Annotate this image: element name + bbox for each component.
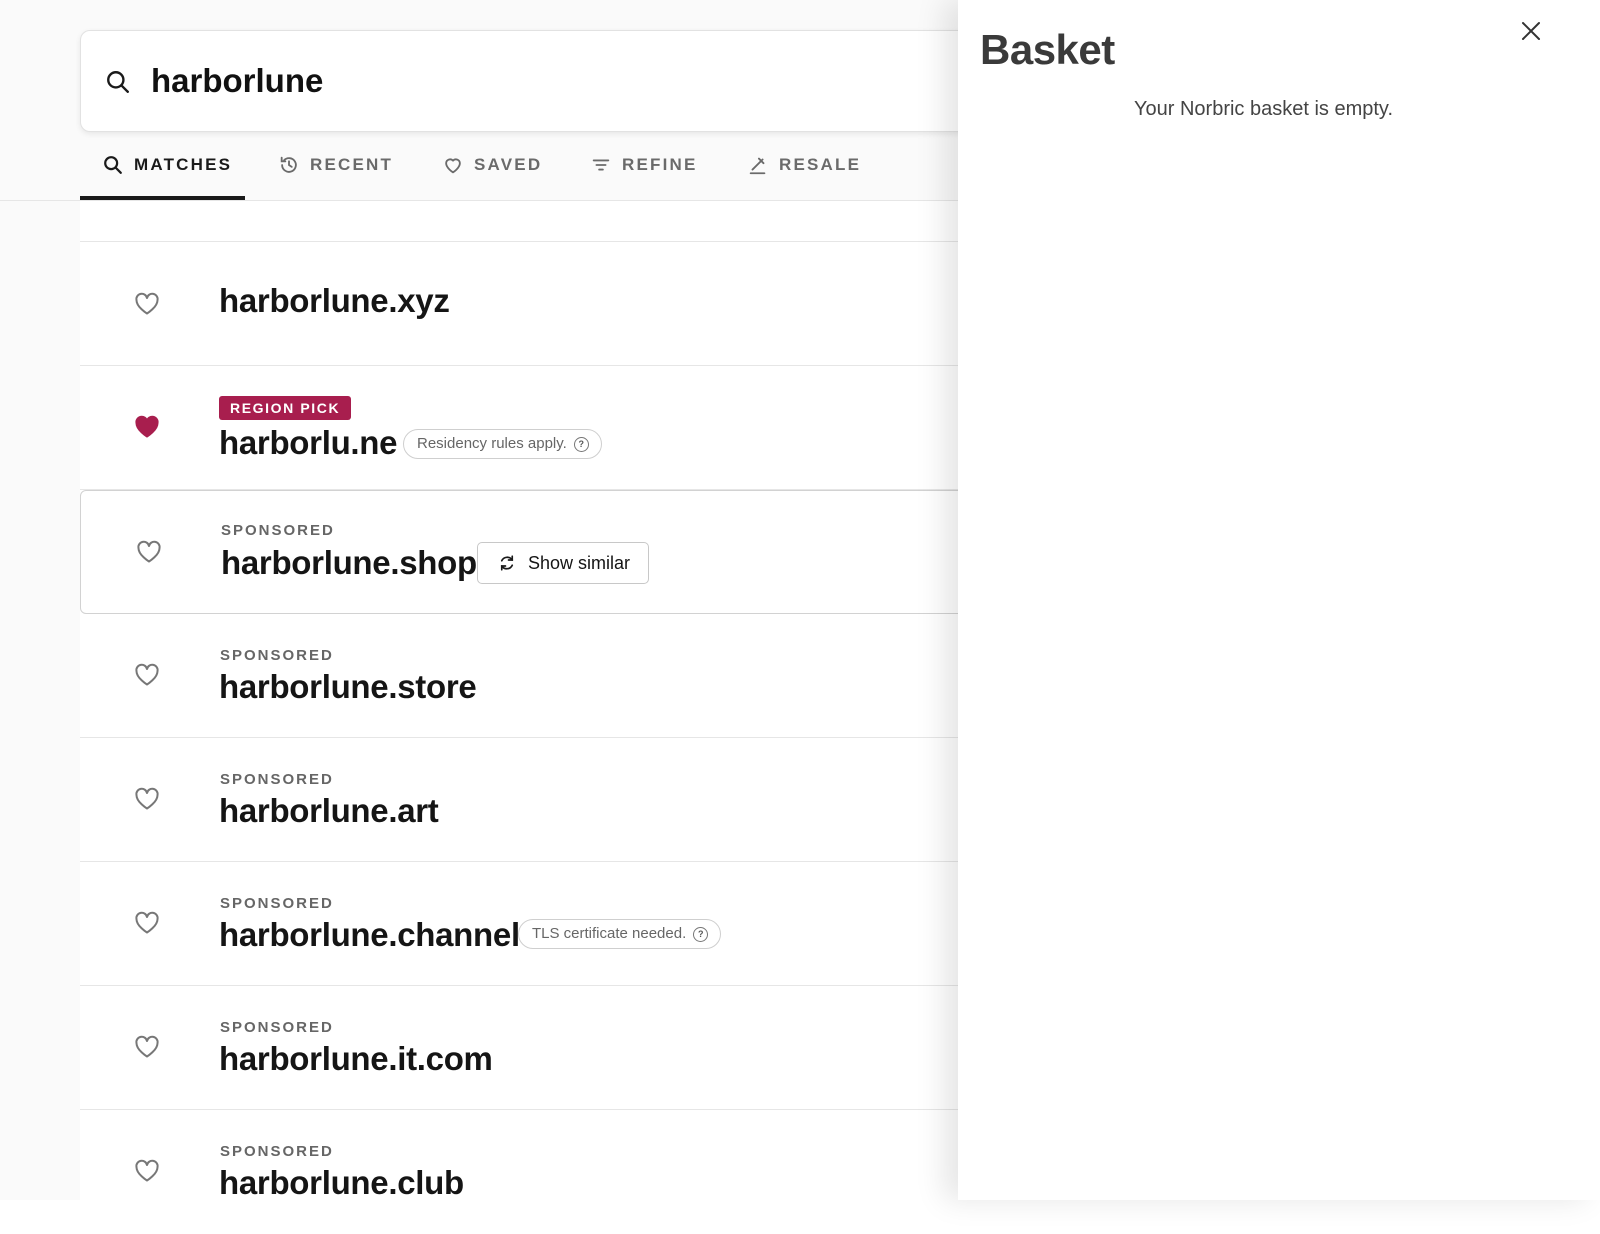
result-row[interactable]: SPONSORED harborlune.store — [80, 614, 980, 738]
sponsored-label: SPONSORED — [220, 1019, 334, 1036]
help-icon[interactable]: ? — [693, 927, 709, 942]
heart-outline-icon[interactable] — [134, 292, 160, 316]
domain-name[interactable]: harborlune.xyz — [219, 282, 450, 320]
domain-name[interactable]: harborlune.it.com — [219, 1040, 493, 1078]
history-icon — [280, 156, 297, 173]
show-similar-button[interactable]: Show similar — [477, 542, 650, 584]
heart-icon — [445, 158, 461, 174]
heart-outline-icon[interactable] — [134, 1035, 160, 1059]
results-list: harborlune.xyz REGION PICK harborlu.ne R… — [80, 201, 980, 1234]
domain-name[interactable]: harborlune.store — [219, 668, 477, 706]
help-icon[interactable]: ? — [573, 437, 589, 452]
tab-recent[interactable]: RECENT — [278, 132, 393, 198]
domain-name[interactable]: harborlune.channel — [219, 916, 520, 954]
sponsored-label: SPONSORED — [221, 522, 335, 539]
tls-note[interactable]: TLS certificate needed. ? — [518, 919, 722, 949]
result-row[interactable]: SPONSORED harborlune.channel TLS certifi… — [80, 862, 980, 986]
tab-resale[interactable]: RESALE — [747, 132, 861, 198]
result-row[interactable]: REGION PICK harborlu.ne Residency rules … — [80, 366, 980, 490]
search-icon — [104, 156, 122, 174]
note-text: Residency rules apply. — [417, 435, 567, 452]
result-row[interactable]: SPONSORED harborlune.club — [80, 1110, 980, 1234]
tab-refine[interactable]: REFINE — [590, 132, 698, 198]
tab-label: RECENT — [310, 155, 394, 174]
sponsored-label: SPONSORED — [220, 1143, 334, 1160]
basket-title: Basket — [980, 26, 1115, 73]
domain-name[interactable]: harborlune.art — [219, 792, 439, 830]
search-icon — [107, 71, 129, 93]
result-row[interactable]: SPONSORED harborlune.it.com — [80, 986, 980, 1110]
filter-icon — [592, 159, 610, 171]
sponsored-label: SPONSORED — [220, 771, 334, 788]
domain-name[interactable]: harborlu.ne — [219, 424, 398, 462]
tab-label: RESALE — [779, 155, 862, 174]
sponsored-label: SPONSORED — [220, 647, 334, 664]
sponsored-label: SPONSORED — [220, 895, 334, 912]
domain-name[interactable]: harborlune.club — [219, 1164, 464, 1202]
residency-note[interactable]: Residency rules apply. ? — [403, 429, 602, 459]
region-pick-badge: REGION PICK — [219, 396, 352, 420]
note-text: TLS certificate needed. — [532, 925, 687, 942]
close-icon[interactable] — [1520, 20, 1542, 42]
heart-outline-icon[interactable] — [136, 540, 162, 564]
heart-filled-icon[interactable] — [134, 415, 160, 439]
heart-outline-icon[interactable] — [134, 663, 160, 687]
gavel-icon — [749, 157, 766, 175]
refresh-icon — [500, 555, 514, 571]
result-row[interactable]: harborlune.xyz — [80, 242, 980, 366]
tab-label: SAVED — [474, 155, 543, 174]
tab-saved[interactable]: SAVED — [442, 132, 542, 198]
tab-matches[interactable]: MATCHES — [102, 132, 232, 198]
result-tabs: MATCHES RECENT SAVED REFINE RESALE — [80, 132, 980, 200]
button-label: Show similar — [528, 553, 631, 573]
basket-empty-message: Your Norbric basket is empty. — [1134, 98, 1393, 120]
result-row[interactable]: SPONSORED harborlune.art — [80, 738, 980, 862]
tab-label: REFINE — [622, 155, 698, 174]
search-query[interactable]: harborlune — [151, 61, 323, 101]
tab-label: MATCHES — [134, 155, 233, 174]
heart-outline-icon[interactable] — [134, 1159, 160, 1183]
search-box[interactable]: harborlune — [80, 30, 1082, 132]
domain-name[interactable]: harborlune.shop — [221, 544, 477, 582]
basket-drawer: Basket Your Norbric basket is empty. — [958, 0, 1600, 1200]
heart-outline-icon[interactable] — [134, 787, 160, 811]
heart-outline-icon[interactable] — [134, 911, 160, 935]
result-row-selected[interactable]: SPONSORED harborlune.shop Show similar — [80, 490, 980, 614]
